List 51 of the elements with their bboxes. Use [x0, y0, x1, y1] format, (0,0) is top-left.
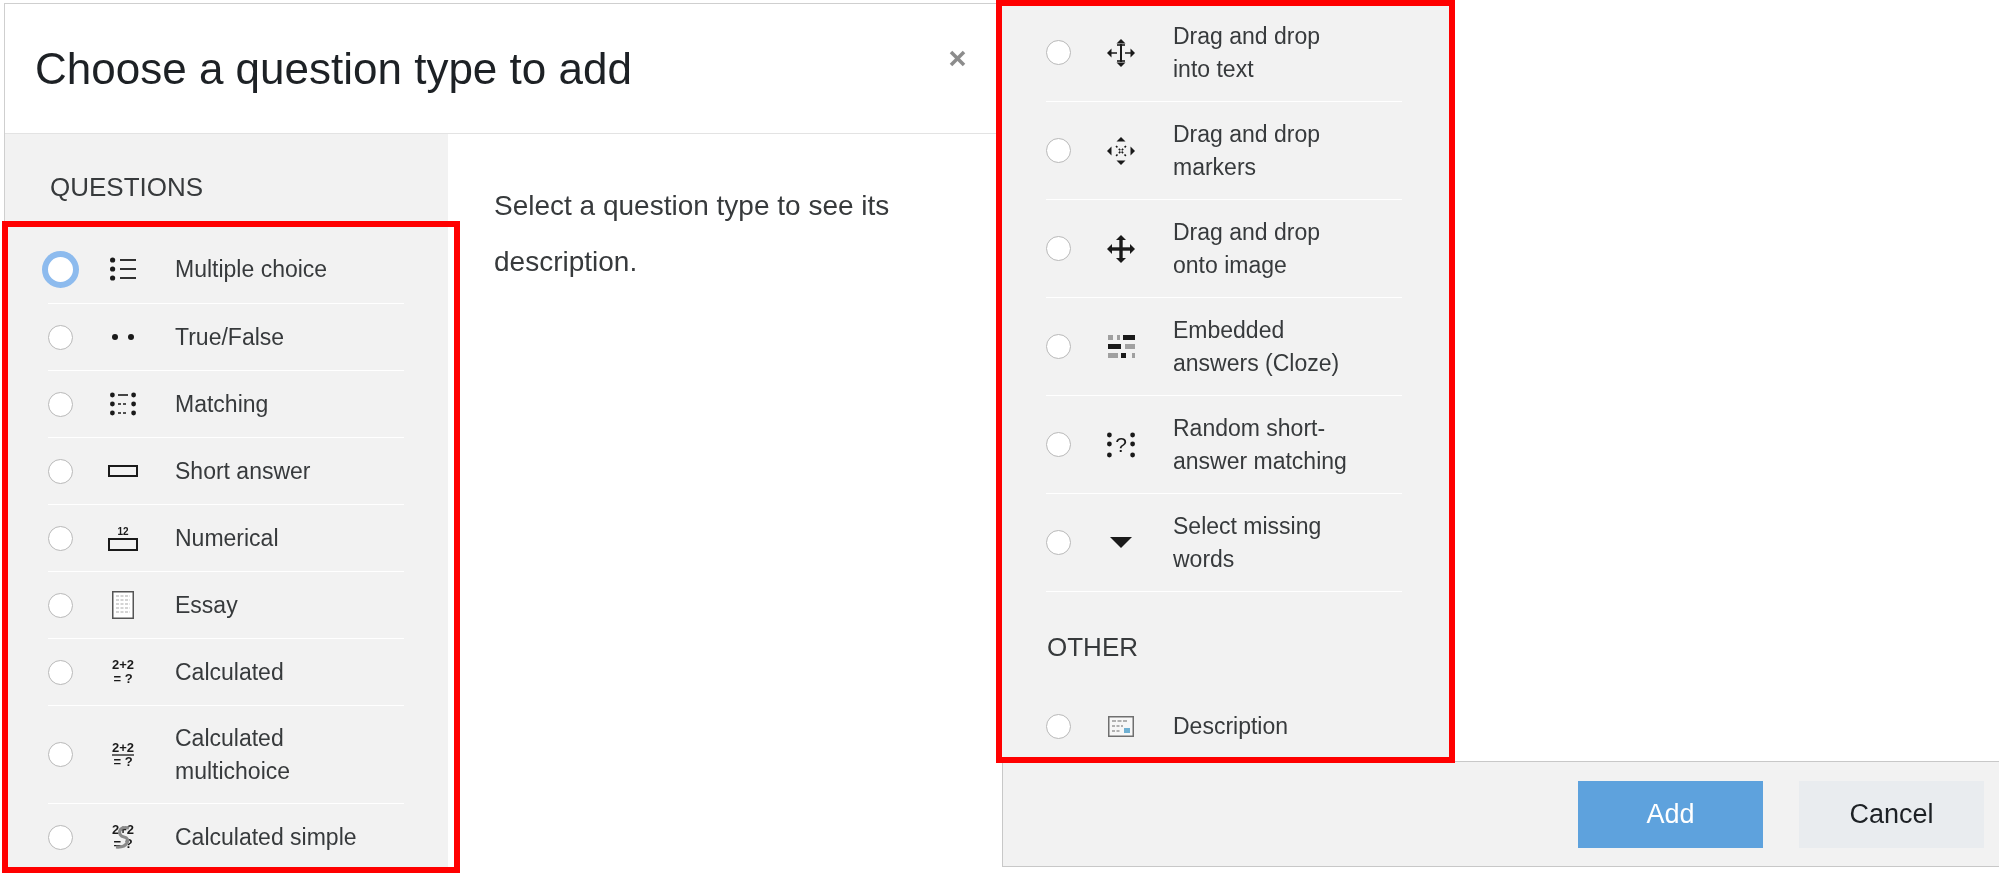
radio-button[interactable] — [48, 525, 73, 551]
blocks-icon — [1107, 335, 1135, 358]
radio-button[interactable] — [1046, 236, 1071, 261]
radio-button[interactable] — [48, 659, 73, 685]
cancel-button[interactable]: Cancel — [1799, 781, 1984, 848]
move-icon — [1107, 234, 1135, 263]
document-icon — [112, 591, 134, 619]
card-icon — [1108, 715, 1134, 737]
question-type-label[interactable]: Essay — [175, 588, 238, 622]
radio-button[interactable] — [1046, 334, 1071, 359]
question-type-label[interactable]: Numerical — [175, 521, 279, 555]
question-type-label[interactable]: Drag and drop onto image — [1173, 215, 1358, 282]
question-type-label[interactable]: Select missing words — [1173, 509, 1358, 576]
radio-button[interactable] — [1046, 40, 1071, 65]
section-heading: OTHER — [1047, 632, 1139, 662]
question-type-label[interactable]: Random short-answer matching — [1173, 411, 1358, 478]
radio-button[interactable] — [1046, 432, 1071, 457]
question-type-label[interactable]: Multiple choice — [175, 252, 328, 286]
radio-button[interactable] — [1046, 713, 1071, 739]
triangle-down-icon — [1110, 537, 1132, 548]
dotted-columns-icon — [110, 392, 136, 416]
close-button[interactable] — [949, 50, 966, 67]
formula-icon: 2+2 = ? — [109, 658, 137, 686]
bulleted-list-icon — [110, 257, 136, 281]
radio-button[interactable] — [42, 250, 79, 288]
radio-button[interactable] — [48, 391, 73, 417]
question-type-label[interactable]: Drag and drop markers — [1173, 117, 1358, 184]
question-type-label[interactable]: Description — [1173, 709, 1289, 743]
radio-button[interactable] — [48, 592, 73, 618]
question-type-label[interactable]: True/False — [175, 320, 285, 354]
radio-button[interactable] — [48, 324, 73, 350]
four-arrows-icon — [1107, 136, 1135, 165]
radio-button[interactable] — [48, 824, 73, 850]
two-dots-icon — [112, 334, 134, 340]
question-type-label[interactable]: Calculated — [175, 655, 284, 689]
description-text: Select a question type to see its description. — [494, 189, 891, 279]
question-type-label[interactable]: Calculated simple — [175, 820, 357, 854]
section-heading: QUESTIONS — [50, 172, 205, 202]
radio-button[interactable] — [1046, 530, 1071, 555]
question-type-label[interactable]: Short answer — [175, 454, 311, 488]
radio-button[interactable] — [48, 458, 73, 484]
text-move-icon — [1107, 38, 1135, 67]
dialog-title: Choose a question type to add — [35, 42, 633, 95]
question-type-label[interactable]: Calculated multichoice — [175, 721, 360, 788]
question-type-label[interactable]: Drag and drop into text — [1173, 19, 1358, 86]
question-type-label[interactable]: Embedded answers (Cloze) — [1173, 313, 1358, 380]
radio-button[interactable] — [1046, 138, 1071, 163]
question-type-label[interactable]: Matching — [175, 387, 269, 421]
radio-button[interactable] — [48, 742, 73, 767]
text-box-icon — [108, 465, 138, 477]
close-icon — [949, 50, 966, 67]
